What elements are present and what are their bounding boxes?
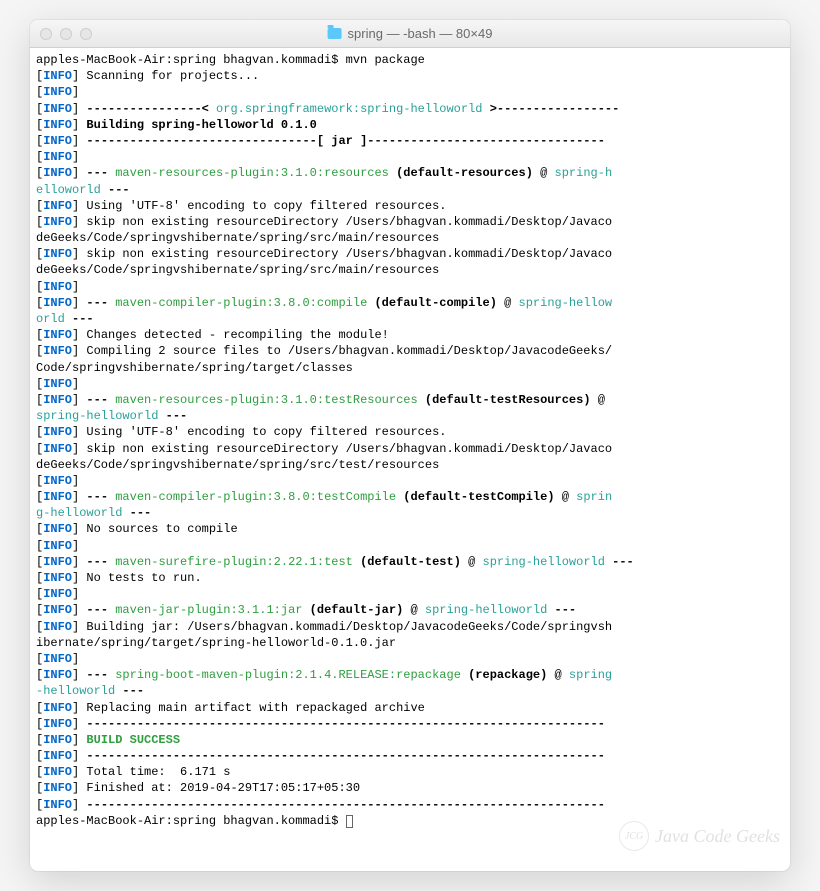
total-time: Total time: 6.171 s bbox=[79, 765, 230, 779]
plugin-name: maven-resources-plugin:3.1.0:resources bbox=[115, 166, 389, 180]
build-success: BUILD SUCCESS bbox=[79, 733, 180, 747]
maximize-button[interactable] bbox=[80, 28, 92, 40]
output-line: Scanning for projects... bbox=[79, 69, 259, 83]
title-text: spring — -bash — 80×49 bbox=[348, 26, 493, 41]
finished-at: Finished at: 2019-04-29T17:05:17+05:30 bbox=[79, 781, 360, 795]
watermark: JCG Java Code Geeks bbox=[619, 821, 780, 851]
terminal-body[interactable]: apples-MacBook-Air:spring bhagvan.kommad… bbox=[30, 48, 790, 871]
folder-icon bbox=[328, 28, 342, 39]
plugin-name: maven-resources-plugin:3.1.0:testResourc… bbox=[115, 393, 417, 407]
info-tag: INFO bbox=[43, 69, 72, 83]
artifact-id: org.springframework:spring-helloworld bbox=[216, 102, 482, 116]
prompt-line: apples-MacBook-Air:spring bhagvan.kommad… bbox=[36, 814, 346, 828]
watermark-badge: JCG bbox=[619, 821, 649, 851]
traffic-lights bbox=[40, 28, 92, 40]
plugin-name: maven-jar-plugin:3.1.1:jar bbox=[115, 603, 302, 617]
prompt-line: apples-MacBook-Air:spring bhagvan.kommad… bbox=[36, 53, 425, 67]
terminal-window: spring — -bash — 80×49 apples-MacBook-Ai… bbox=[30, 20, 790, 871]
plugin-name: maven-compiler-plugin:3.8.0:testCompile bbox=[115, 490, 396, 504]
window-title: spring — -bash — 80×49 bbox=[328, 26, 493, 41]
minimize-button[interactable] bbox=[60, 28, 72, 40]
close-button[interactable] bbox=[40, 28, 52, 40]
plugin-name: maven-surefire-plugin:2.22.1:test bbox=[115, 555, 353, 569]
cursor-icon bbox=[346, 815, 353, 828]
titlebar[interactable]: spring — -bash — 80×49 bbox=[30, 20, 790, 48]
watermark-text: Java Code Geeks bbox=[655, 824, 780, 848]
plugin-name: maven-compiler-plugin:3.8.0:compile bbox=[115, 296, 367, 310]
plugin-name: spring-boot-maven-plugin:2.1.4.RELEASE:r… bbox=[115, 668, 461, 682]
building-line: Building spring-helloworld 0.1.0 bbox=[79, 118, 317, 132]
